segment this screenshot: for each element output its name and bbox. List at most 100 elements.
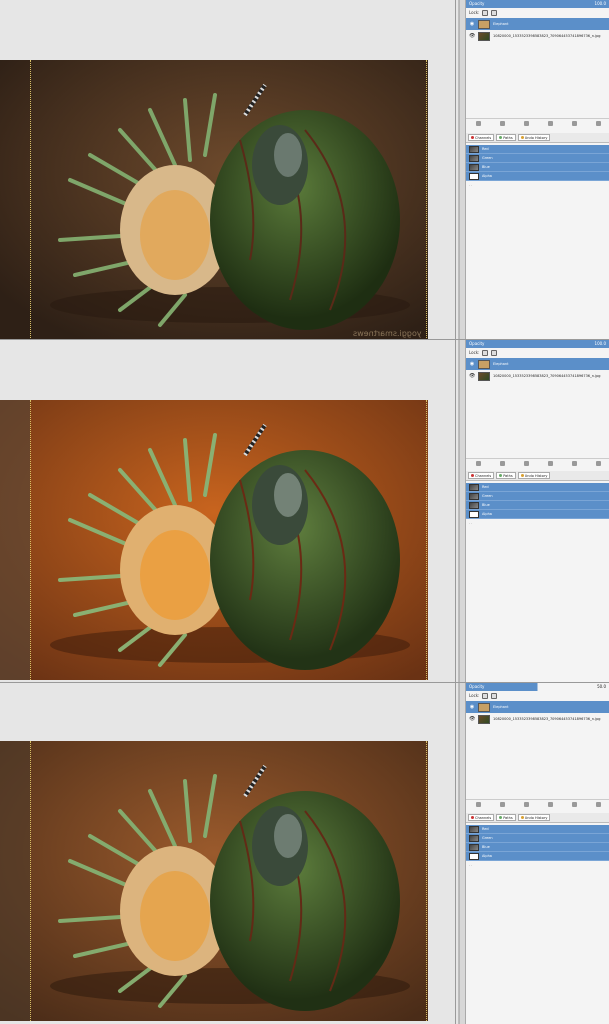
tab-label: Paths — [503, 815, 513, 820]
dock-tabs: Channels Paths Undo History — [466, 471, 609, 481]
tab-label: Undo History — [524, 473, 548, 478]
channel-row[interactable]: Alpha — [466, 510, 609, 519]
layer-row[interactable]: ◉ Elephant — [466, 18, 609, 30]
channels-footer: · · — [469, 864, 473, 868]
channel-row[interactable]: Alpha — [466, 172, 609, 181]
layer-thumbnail — [478, 714, 490, 724]
layer-name: 10820000_1533523398583823_70906445374189… — [493, 34, 601, 38]
channel-row[interactable]: Blue — [466, 843, 609, 852]
tab-channels[interactable]: Channels — [468, 814, 495, 821]
channel-thumbnail — [469, 501, 479, 509]
layer-name: 10820000_1533523398583823_70906445374189… — [493, 374, 601, 378]
merge-icon[interactable] — [571, 461, 577, 466]
opacity-value[interactable]: 100.0 — [595, 340, 606, 348]
opacity-value[interactable]: 100.0 — [595, 0, 606, 8]
anchor-icon[interactable] — [523, 121, 529, 126]
eye-icon[interactable]: ◉ — [469, 361, 475, 367]
channel-row[interactable]: Red — [466, 825, 609, 834]
opacity-value[interactable]: 50.0 — [597, 683, 606, 691]
tab-channels[interactable]: Channels — [468, 134, 495, 141]
merge-icon[interactable] — [571, 121, 577, 126]
opacity-bar[interactable]: Opacity 100.0 — [466, 340, 609, 348]
photo-watermark: yoggi.smartnews — [353, 329, 422, 338]
channel-name: Red — [482, 827, 489, 831]
tab-undo-history[interactable]: Undo History — [517, 472, 551, 479]
layer-row[interactable]: ◉ Elephant — [466, 701, 609, 713]
channel-thumbnail — [469, 172, 479, 180]
tab-paths[interactable]: Paths — [496, 814, 516, 821]
eye-icon[interactable]: ◉ — [469, 21, 475, 27]
anchor-icon[interactable] — [523, 461, 529, 466]
channel-row[interactable]: Alpha — [466, 852, 609, 861]
lock-alpha-icon[interactable] — [491, 350, 498, 356]
new-layer-icon[interactable] — [475, 121, 481, 126]
lock-pixels-icon[interactable] — [482, 693, 489, 699]
channels-list: Red Green Blue Alpha — [466, 483, 609, 519]
lock-alpha-icon[interactable] — [491, 10, 498, 16]
canvas-guide-left — [30, 60, 31, 339]
tab-undo-history[interactable]: Undo History — [517, 814, 551, 821]
channels-footer: · · — [469, 184, 473, 188]
image-canvas[interactable]: yoggi.smartnews — [0, 0, 459, 339]
image-canvas[interactable] — [0, 340, 459, 682]
canvas-guide-right — [426, 60, 427, 339]
eye-icon[interactable]: 👁 — [469, 716, 475, 722]
tab-paths[interactable]: Paths — [496, 472, 516, 479]
layer-row[interactable]: 👁 10820000_1533523398583823_709064453741… — [466, 713, 609, 725]
layer-thumbnail — [478, 31, 490, 41]
new-layer-icon[interactable] — [475, 802, 481, 807]
channels-icon — [471, 136, 474, 139]
new-layer-icon[interactable] — [475, 461, 481, 466]
tab-channels[interactable]: Channels — [468, 472, 495, 479]
channels-icon — [471, 816, 474, 819]
tab-undo-history[interactable]: Undo History — [517, 134, 551, 141]
folder-icon[interactable] — [499, 802, 505, 807]
layer-row[interactable]: ◉ Elephant — [466, 358, 609, 370]
duplicate-icon[interactable] — [547, 461, 553, 466]
layer-thumbnail — [478, 371, 490, 381]
channels-list: Red Green Blue Alpha — [466, 825, 609, 861]
dock-tabs: Channels Paths Undo History — [466, 813, 609, 823]
channel-name: Green — [482, 156, 493, 160]
channel-thumbnail — [469, 145, 479, 153]
channel-row[interactable]: Blue — [466, 163, 609, 172]
channel-row[interactable]: Red — [466, 145, 609, 154]
tab-paths[interactable]: Paths — [496, 134, 516, 141]
lock-alpha-icon[interactable] — [491, 693, 498, 699]
eye-icon[interactable]: 👁 — [469, 373, 475, 379]
anchor-icon[interactable] — [523, 802, 529, 807]
lock-pixels-icon[interactable] — [482, 350, 489, 356]
channel-name: Blue — [482, 165, 490, 169]
channels-footer: · · — [469, 522, 473, 526]
opacity-bar[interactable]: Opacity 50.0 — [466, 683, 609, 691]
channel-row[interactable]: Blue — [466, 501, 609, 510]
merge-icon[interactable] — [571, 802, 577, 807]
tab-label: Paths — [503, 473, 513, 478]
channel-row[interactable]: Red — [466, 483, 609, 492]
eye-icon[interactable]: 👁 — [469, 33, 475, 39]
delete-icon[interactable] — [595, 802, 601, 807]
folder-icon[interactable] — [499, 461, 505, 466]
channel-row[interactable]: Green — [466, 834, 609, 843]
duplicate-icon[interactable] — [547, 802, 553, 807]
image-canvas[interactable] — [0, 683, 459, 1024]
eye-icon[interactable]: ◉ — [469, 704, 475, 710]
layer-row[interactable]: 👁 10820000_1533523398583823_709064453741… — [466, 370, 609, 382]
delete-icon[interactable] — [595, 461, 601, 466]
opacity-bar[interactable]: Opacity 100.0 — [466, 0, 609, 8]
layer-row[interactable]: 👁 10820000_1533523398583823_709064453741… — [466, 30, 609, 42]
lock-pixels-icon[interactable] — [482, 10, 489, 16]
folder-icon[interactable] — [499, 121, 505, 126]
delete-icon[interactable] — [595, 121, 601, 126]
canvas-guide-right — [426, 741, 427, 1021]
gimp-window-1: yoggi.smartnews Opacity 100.0 Lock: ◉ El… — [0, 0, 609, 339]
channel-row[interactable]: Green — [466, 154, 609, 163]
channel-thumbnail — [469, 483, 479, 491]
channel-row[interactable]: Green — [466, 492, 609, 501]
opacity-label: Opacity — [469, 684, 485, 689]
channel-thumbnail — [469, 834, 479, 842]
undo-icon — [520, 474, 524, 477]
duplicate-icon[interactable] — [547, 121, 553, 126]
lock-label: Lock: — [469, 350, 480, 355]
canvas-border — [455, 683, 456, 1024]
